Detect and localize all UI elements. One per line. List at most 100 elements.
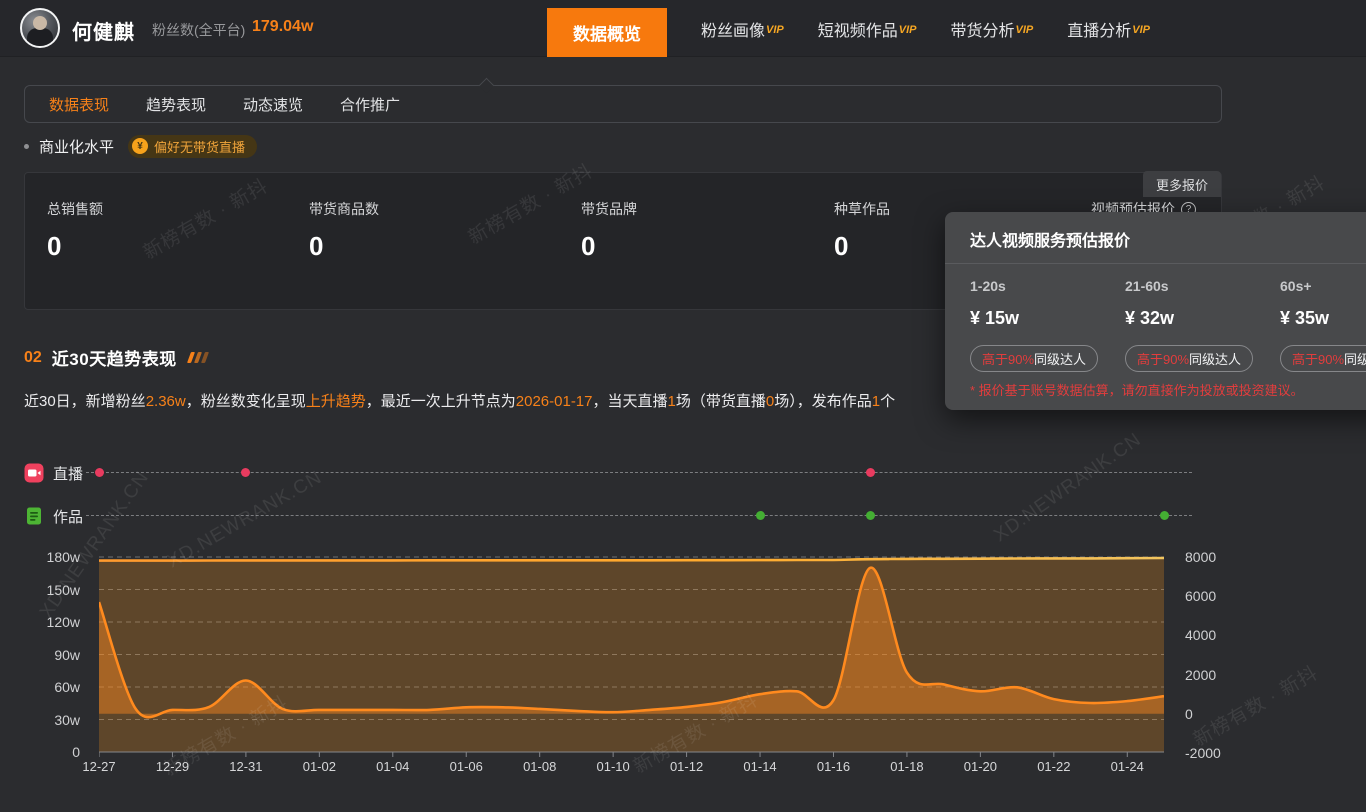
coin-icon: ¥: [132, 138, 148, 154]
trend-plot-area[interactable]: [99, 545, 1164, 760]
quote-duration: 60s+: [1280, 278, 1366, 294]
x-axis-label: 01-04: [365, 759, 421, 775]
legend-row-works: 作品: [24, 504, 83, 528]
fans-trend-chart: 180w150w120w90w60w30w080006000400020000-…: [0, 545, 1366, 812]
quote-price: ¥ 35w: [1280, 308, 1366, 329]
sub-nav: 数据表现 趋势表现 动态速览 合作推广: [24, 85, 1222, 123]
badge-rest: 同级达人: [1034, 349, 1086, 368]
y-axis-left-label: 150w: [18, 582, 80, 598]
x-axis-label: 12-31: [218, 759, 274, 775]
y-axis-left-label: 180w: [18, 549, 80, 565]
work-event-dot[interactable]: [866, 511, 875, 520]
quote-popup-title: 达人视频服务预估报价: [945, 212, 1366, 264]
x-axis-label: 01-02: [291, 759, 347, 775]
subnav-item-3[interactable]: 动态速览: [243, 94, 303, 115]
legend-live-label: 直播: [53, 463, 83, 484]
works-event-track: [86, 515, 1192, 516]
creator-name: 何健麒: [72, 16, 135, 45]
work-event-dot[interactable]: [756, 511, 765, 520]
video-quote-popup: 达人视频服务预估报价 1-20s¥ 15w高于90%同级达人21-60s¥ 32…: [945, 212, 1366, 410]
quote-column-3: 60s+¥ 35w高于90%同级达人: [1280, 278, 1366, 372]
y-axis-left-label: 60w: [18, 679, 80, 695]
y-axis-left-label: 90w: [18, 647, 80, 663]
legend-works-label: 作品: [53, 506, 83, 527]
live-event-dot[interactable]: [95, 468, 104, 477]
x-axis-label: 01-16: [805, 759, 861, 775]
summary-highlight: 0: [766, 393, 774, 410]
fans-area-fill: [99, 558, 1164, 752]
stat-value: 0: [309, 231, 581, 262]
y-axis-left-label: 0: [18, 744, 80, 760]
summary-text: ，粉丝数变化呈现: [186, 393, 306, 410]
summary-text: 近30日，新增粉丝: [24, 393, 146, 410]
stat-column-2: 带货商品数 0: [309, 199, 581, 262]
work-event-dot[interactable]: [1160, 511, 1169, 520]
x-axis-label: 12-29: [144, 759, 200, 775]
quote-duration: 1-20s: [970, 278, 1125, 294]
document-icon: [24, 506, 44, 526]
section-title: 近30天趋势表现: [52, 345, 177, 370]
x-axis-label: 01-22: [1026, 759, 1082, 775]
commerce-preference-badge: ¥ 偏好无带货直播: [128, 135, 257, 158]
badge-rest: 同级达人: [1189, 349, 1241, 368]
quote-column-2: 21-60s ¥ 32w 高于90%同级达人: [1125, 278, 1280, 372]
summary-highlight: 2026-01-17: [516, 393, 593, 410]
quote-marks-icon: [189, 352, 207, 363]
subnav-item-1[interactable]: 数据表现: [49, 94, 109, 115]
badge-rest: 同级达人: [1344, 349, 1366, 368]
x-axis-label: 01-18: [879, 759, 935, 775]
y-axis-left-label: 30w: [18, 712, 80, 728]
x-axis-label: 01-20: [952, 759, 1008, 775]
vip-badge: VIP: [766, 24, 784, 36]
quote-duration: 21-60s: [1125, 278, 1280, 294]
x-axis-label: 01-06: [438, 759, 494, 775]
vip-badge: VIP: [1016, 24, 1034, 36]
summary-highlight: 上升趋势: [306, 393, 366, 410]
y-axis-left-label: 120w: [18, 614, 80, 630]
live-event-dot[interactable]: [241, 468, 250, 477]
x-axis-label: 01-12: [659, 759, 715, 775]
top-header: 何健麒 粉丝数(全平台) 179.04w 数据概览粉丝画像VIP短视频作品VIP…: [0, 0, 1366, 57]
stat-value: 0: [47, 231, 309, 262]
main-tab-5[interactable]: 直播分析VIP: [1067, 17, 1150, 41]
x-axis-label: 01-10: [585, 759, 641, 775]
live-event-dot[interactable]: [866, 468, 875, 477]
main-tab-2[interactable]: 粉丝画像VIP: [701, 17, 784, 41]
quote-popup-footnote: * 报价基于账号数据估算，请勿直接作为投放或投资建议。: [970, 380, 1304, 399]
summary-text: 场），发布作品: [774, 393, 872, 410]
stat-value: 0: [581, 231, 834, 262]
y-axis-right-label: -2000: [1185, 745, 1221, 761]
main-tab-1[interactable]: 数据概览: [547, 8, 667, 57]
summary-text: 场（带货直播: [676, 393, 766, 410]
quote-price: ¥ 32w: [1125, 308, 1280, 329]
percentile-badge: 高于90%同级达人: [970, 345, 1098, 372]
more-quotes-button[interactable]: 更多报价: [1143, 171, 1221, 197]
y-axis-right-label: 8000: [1185, 549, 1216, 565]
stat-column-1: 总销售额0: [47, 199, 309, 262]
y-axis-right-label: 6000: [1185, 588, 1216, 604]
watermark-text: XD.NEWRANK.CN: [990, 429, 1146, 547]
quote-price: ¥ 15w: [970, 308, 1125, 329]
summary-text: ，最近一次上升节点为: [366, 393, 516, 410]
live-camera-icon: [24, 463, 44, 483]
main-nav-tabs: 数据概览 粉丝画像VIP 短视频作品VIP 带货分析VIP 直播分析VIP: [547, 0, 1150, 57]
commerce-badge-text: 偏好无带货直播: [154, 137, 245, 156]
x-axis-label: 01-14: [732, 759, 788, 775]
quote-column-1: 1-20s ¥ 15w 高于90%同级达人: [970, 278, 1125, 372]
x-axis-label: 01-24: [1099, 759, 1155, 775]
y-axis-right-label: 4000: [1185, 627, 1216, 643]
percentile-badge: 高于90%同级达人: [1125, 345, 1253, 372]
summary-highlight: 1: [872, 393, 880, 410]
active-tab-caret: [479, 78, 495, 94]
vip-badge: VIP: [899, 24, 917, 36]
subnav-item-4[interactable]: 合作推广: [340, 94, 400, 115]
trend-summary-text: 近30日，新增粉丝2.36w，粉丝数变化呈现上升趋势，最近一次上升节点为2026…: [24, 390, 895, 411]
quote-popup-columns: 1-20s¥ 15w高于90%同级达人21-60s¥ 32w高于90%同级达人6…: [945, 278, 1366, 372]
summary-text: 个: [880, 393, 895, 410]
section-header-trend: 02 近30天趋势表现: [24, 345, 207, 370]
subnav-item-2[interactable]: 趋势表现: [146, 94, 206, 115]
creator-avatar[interactable]: [20, 8, 60, 48]
main-tab-3[interactable]: 短视频作品VIP: [818, 17, 917, 41]
stat-label: 带货商品数: [309, 199, 581, 219]
main-tab-4[interactable]: 带货分析VIP: [951, 17, 1034, 41]
